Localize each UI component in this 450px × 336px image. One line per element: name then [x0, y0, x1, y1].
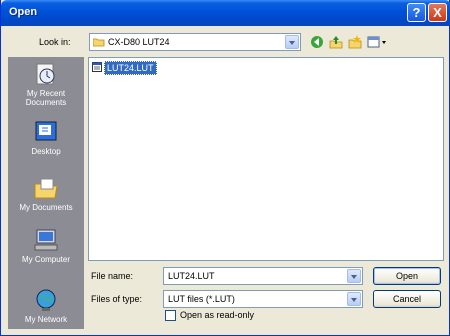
file-type-label: Files of type: [91, 294, 143, 304]
open-dialog: Open ? X Look in: CX-D80 LUT24 My Recent… [0, 0, 450, 336]
read-only-checkbox[interactable] [165, 310, 176, 321]
folder-icon [93, 38, 105, 47]
up-folder-icon[interactable] [328, 34, 344, 50]
back-icon[interactable] [309, 34, 325, 50]
desktop-icon [35, 121, 57, 141]
views-menu-icon[interactable] [366, 34, 388, 50]
look-in-label: Look in: [39, 37, 71, 47]
places-item-my-network[interactable]: My Network [8, 288, 84, 324]
my-documents-icon [34, 178, 58, 199]
look-in-combo[interactable]: CX-D80 LUT24 [89, 33, 301, 51]
open-button[interactable]: Open [373, 267, 441, 285]
close-icon: X [433, 5, 442, 20]
recent-documents-icon [36, 63, 55, 85]
places-label: My Documents [19, 203, 73, 212]
places-label: My Computer [21, 255, 70, 264]
file-icon [92, 62, 102, 72]
places-item-recent-documents[interactable]: My Recent Documents [8, 62, 84, 107]
file-type-value: LUT files (*.LUT) [168, 294, 235, 304]
new-folder-icon[interactable] [347, 34, 363, 50]
help-button[interactable]: ? [407, 3, 426, 22]
title-bar[interactable]: Open ? X [1, 0, 450, 26]
places-bar: My Recent Documents Desktop My Documents [8, 57, 84, 329]
read-only-label[interactable]: Open as read-only [180, 310, 254, 320]
help-icon: ? [412, 5, 421, 20]
my-network-icon [36, 289, 56, 311]
places-label: My Network [24, 315, 68, 324]
close-button[interactable]: X [428, 3, 447, 22]
my-computer-icon [34, 229, 58, 251]
file-type-dropdown-arrow[interactable] [347, 292, 361, 306]
file-type-select[interactable]: LUT files (*.LUT) [163, 290, 363, 308]
places-item-my-documents[interactable]: My Documents [8, 176, 84, 212]
places-item-my-computer[interactable]: My Computer [8, 228, 84, 264]
look-in-value: CX-D80 LUT24 [108, 37, 170, 47]
window-title: Open [9, 6, 38, 18]
file-name-combo[interactable]: LUT24.LUT [163, 267, 363, 285]
file-name-dropdown-arrow[interactable] [347, 269, 361, 283]
places-label: My Recent Documents [25, 89, 67, 107]
places-label: Desktop [31, 147, 61, 156]
file-name-label: File name: [91, 271, 134, 281]
file-name-value: LUT24.LUT [168, 271, 215, 281]
file-name: LUT24.LUT [104, 61, 157, 75]
file-list[interactable]: LUT24.LUT [88, 57, 444, 261]
places-item-desktop[interactable]: Desktop [8, 120, 84, 156]
look-in-dropdown-arrow[interactable] [285, 35, 299, 49]
cancel-button[interactable]: Cancel [373, 290, 441, 308]
